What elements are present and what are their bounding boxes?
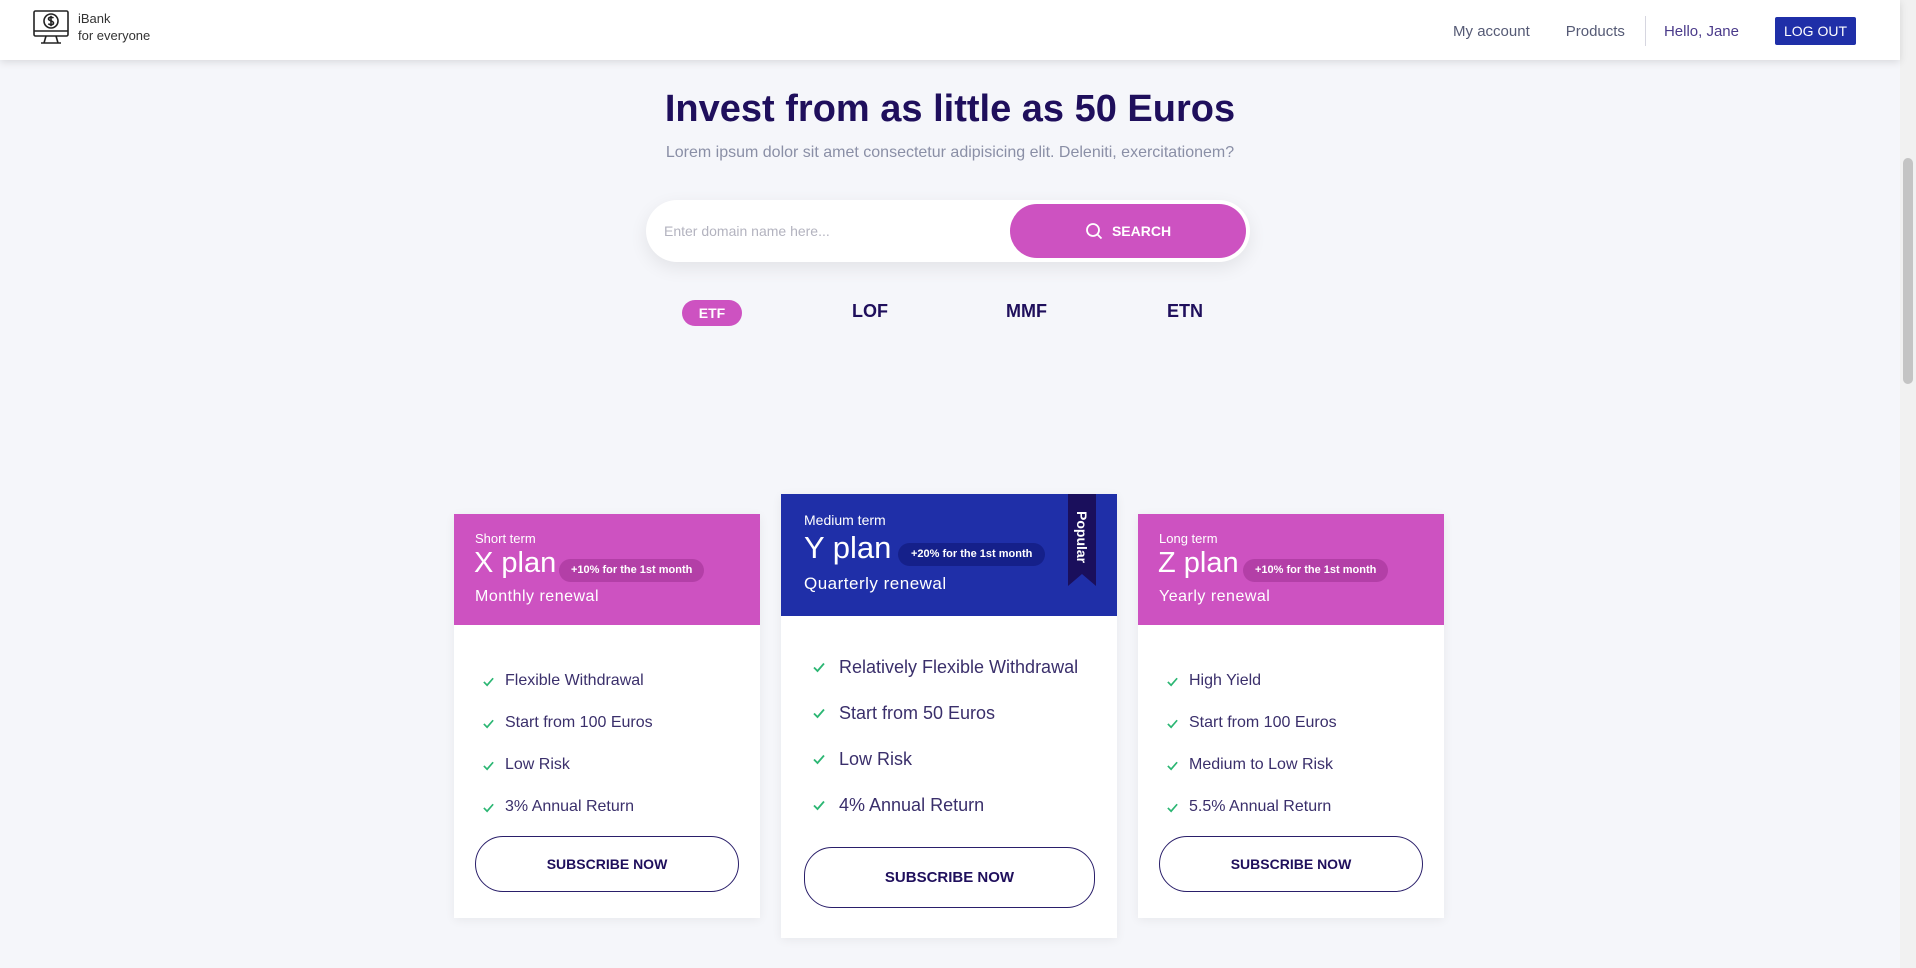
tab-mmf[interactable]: MMF	[1006, 301, 1047, 322]
subscribe-button-x[interactable]: SUBSCRIBE NOW	[475, 836, 739, 892]
search-input[interactable]	[664, 218, 994, 244]
page-scrollbar[interactable]	[1900, 0, 1916, 968]
feature-item: Start from 50 Euros	[812, 690, 1078, 736]
feature-item: Start from 100 Euros	[1166, 702, 1337, 744]
scrollbar-thumb[interactable]	[1903, 158, 1913, 384]
check-icon	[1167, 761, 1178, 770]
check-icon	[1167, 803, 1178, 812]
feature-item: High Yield	[1166, 660, 1337, 702]
plan-card-header: Medium term Y plan +20% for the 1st mont…	[781, 494, 1117, 616]
feature-item: Low Risk	[812, 736, 1078, 782]
feature-text: 5.5% Annual Return	[1189, 798, 1332, 815]
check-icon	[483, 677, 494, 686]
brand-logo[interactable]: iBank for everyone	[32, 8, 150, 46]
check-icon	[483, 761, 494, 770]
feature-text: Medium to Low Risk	[1189, 756, 1334, 773]
feature-text: 4% Annual Return	[839, 794, 985, 815]
feature-item: 5.5% Annual Return	[1166, 786, 1337, 828]
check-icon	[813, 662, 825, 673]
logout-button[interactable]: LOG OUT	[1774, 17, 1856, 45]
check-icon	[1167, 677, 1178, 686]
nav-divider	[1644, 16, 1646, 46]
feature-text: Start from 50 Euros	[839, 702, 996, 723]
plan-name: X plan	[474, 547, 557, 579]
check-icon	[813, 754, 825, 765]
monitor-dollar-icon	[33, 10, 69, 44]
plan-renewal: Monthly renewal	[475, 588, 599, 605]
plan-term: Short term	[475, 531, 536, 546]
feature-text: Flexible Withdrawal	[505, 672, 644, 689]
tab-lof[interactable]: LOF	[852, 301, 888, 322]
feature-text: Start from 100 Euros	[505, 714, 653, 731]
plan-features: Flexible Withdrawal Start from 100 Euros…	[482, 660, 653, 828]
feature-text: Low Risk	[839, 748, 913, 769]
search-icon	[1086, 223, 1103, 240]
user-greeting[interactable]: Hello, Jane	[1664, 23, 1739, 40]
feature-text: High Yield	[1189, 672, 1262, 689]
feature-text: 3% Annual Return	[505, 798, 634, 815]
plan-renewal: Yearly renewal	[1159, 588, 1271, 605]
check-icon	[813, 800, 825, 811]
popular-ribbon-label: Popular	[1074, 510, 1090, 564]
check-icon	[1167, 719, 1178, 728]
top-navbar: iBank for everyone My account Products H…	[0, 0, 1900, 60]
plan-term: Long term	[1159, 531, 1218, 546]
bonus-badge: +10% for the 1st month	[559, 559, 705, 582]
tab-etn[interactable]: ETN	[1167, 301, 1203, 322]
feature-item: Flexible Withdrawal	[482, 660, 653, 702]
plan-renewal: Quarterly renewal	[804, 574, 947, 593]
subscribe-button-y[interactable]: SUBSCRIBE NOW	[804, 847, 1095, 908]
bonus-badge: +20% for the 1st month	[898, 543, 1046, 566]
plan-term: Medium term	[804, 512, 886, 528]
plan-card-z: Long term Z plan +10% for the 1st month …	[1138, 514, 1444, 918]
tab-etf[interactable]: ETF	[682, 300, 742, 326]
feature-text: Low Risk	[505, 756, 570, 773]
feature-text: Relatively Flexible Withdrawal	[839, 656, 1079, 677]
check-icon	[483, 803, 494, 812]
check-icon	[483, 719, 494, 728]
plan-card-x: Short term X plan +10% for the 1st month…	[454, 514, 760, 918]
nav-my-account[interactable]: My account	[1453, 23, 1530, 40]
search-bar: SEARCH	[646, 200, 1250, 262]
feature-item: Relatively Flexible Withdrawal	[812, 644, 1078, 690]
plan-features: Relatively Flexible Withdrawal Start fro…	[812, 644, 1078, 828]
plan-card-header: Short term X plan +10% for the 1st month…	[454, 514, 760, 625]
brand-name: iBank	[78, 11, 111, 26]
page-title: Invest from as little as 50 Euros	[664, 88, 1236, 130]
feature-text: Start from 100 Euros	[1189, 714, 1337, 731]
plan-card-y: Medium term Y plan +20% for the 1st mont…	[781, 494, 1117, 938]
plan-name: Y plan	[804, 530, 892, 565]
plan-card-header: Long term Z plan +10% for the 1st month …	[1138, 514, 1444, 625]
bonus-badge: +10% for the 1st month	[1243, 559, 1389, 582]
check-icon	[813, 708, 825, 719]
plan-features: High Yield Start from 100 Euros Medium t…	[1166, 660, 1337, 828]
search-button[interactable]: SEARCH	[1010, 204, 1246, 258]
nav-menu: My account Products Hello, Jane LOG OUT	[1417, 16, 1856, 46]
brand-tagline: for everyone	[78, 28, 151, 43]
brand-text: iBank for everyone	[78, 10, 150, 44]
search-button-label: SEARCH	[1111, 223, 1172, 239]
feature-item: 3% Annual Return	[482, 786, 653, 828]
feature-item: 4% Annual Return	[812, 782, 1078, 828]
feature-item: Low Risk	[482, 744, 653, 786]
feature-item: Start from 100 Euros	[482, 702, 653, 744]
feature-item: Medium to Low Risk	[1166, 744, 1337, 786]
subscribe-button-z[interactable]: SUBSCRIBE NOW	[1159, 836, 1423, 892]
plan-name: Z plan	[1158, 547, 1239, 579]
nav-products[interactable]: Products	[1566, 23, 1625, 40]
page-subtitle: Lorem ipsum dolor sit amet consectetur a…	[665, 144, 1235, 161]
